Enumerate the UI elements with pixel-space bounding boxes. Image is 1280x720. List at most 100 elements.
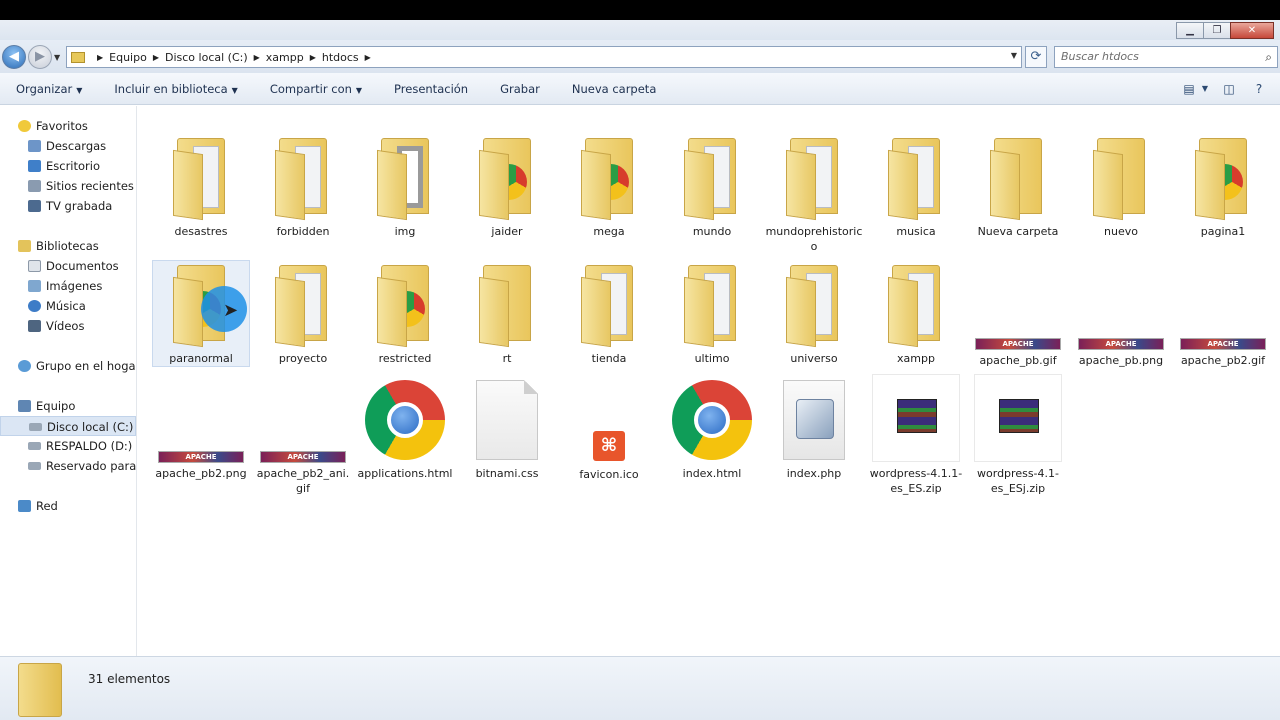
folder-item[interactable]: desastres [152,134,250,239]
folder-item[interactable]: ultimo [663,261,761,366]
chevron-down-icon: ▼ [76,85,83,95]
forward-button[interactable]: ▶ [28,45,52,69]
file-item[interactable]: APACHE apache_pb2.png [152,451,250,481]
folder-icon [884,134,948,224]
sidebar-item-reservado[interactable]: Reservado para el [0,456,136,476]
sidebar-favorites[interactable]: Favoritos [0,116,136,136]
folder-item[interactable]: mundo [663,134,761,239]
share-button[interactable]: Compartir con ▼ [254,82,378,96]
burn-button[interactable]: Grabar [484,82,556,96]
sidebar-item-respaldo[interactable]: RESPALDO (D:) [0,436,136,456]
sidebar-item-musica[interactable]: Música [0,296,136,316]
breadcrumb: ▶ Equipo ▶ Disco local (C:) ▶ xampp ▶ ht… [91,51,377,64]
folder-icon [169,134,233,224]
sidebar-network[interactable]: Red [0,496,136,516]
sidebar-item-tv-grabada[interactable]: TV grabada [0,196,136,216]
folder-item[interactable]: musica [867,134,965,239]
include-library-label: Incluir en biblioteca [114,81,228,96]
sidebar-item-descargas[interactable]: Descargas [0,136,136,156]
new-folder-button[interactable]: Nueva carpeta [556,82,673,96]
include-library-button[interactable]: Incluir en biblioteca ▼ [98,82,253,96]
folder-item[interactable]: universo [765,261,863,366]
back-button[interactable]: ◀ [2,45,26,69]
slideshow-button[interactable]: Presentación [378,82,484,96]
file-item[interactable]: wordpress-4.1.1-es_ES.zip [867,374,965,496]
breadcrumb-xampp[interactable]: xampp [266,51,304,64]
folder-icon [373,261,437,351]
winrar-archive-icon [974,374,1062,462]
minimize-button[interactable]: ▁ [1176,22,1204,39]
sidebar-item-videos[interactable]: Vídeos [0,316,136,336]
file-item[interactable]: APACHE apache_pb.png [1072,338,1170,368]
folder-item[interactable]: restricted [356,261,454,366]
sidebar-item-disco-local[interactable]: Disco local (C:) [0,416,136,436]
address-dropdown-icon[interactable]: ▼ [1011,51,1017,60]
breadcrumb-equipo[interactable]: Equipo [109,51,147,64]
change-view-icon[interactable]: ▤ [1178,79,1200,99]
folder-item[interactable]: rt [458,261,556,366]
recent-pages-dropdown-icon[interactable]: ▼ [54,53,60,62]
file-item[interactable]: wordpress-4.1-es_ESj.zip [969,374,1067,496]
sidebar-item-label: TV grabada [46,199,113,213]
folder-icon [577,134,641,224]
breadcrumb-htdocs[interactable]: htdocs [322,51,359,64]
file-item[interactable]: APACHE apache_pb2.gif [1174,338,1272,368]
folder-icon [271,134,335,224]
sidebar-computer[interactable]: Equipo [0,396,136,416]
chevron-right-icon[interactable]: ▶ [254,53,260,62]
breadcrumb-disco-local[interactable]: Disco local (C:) [165,51,248,64]
maximize-button[interactable]: ❐ [1203,22,1231,39]
sidebar-item-documentos[interactable]: Documentos [0,256,136,276]
image-thumbnail-icon: APACHE [158,451,244,463]
homegroup-icon [18,360,31,372]
close-button[interactable]: ✕ [1230,22,1274,39]
sidebar-homegroup[interactable]: Grupo en el hogar [0,356,136,376]
sidebar-libraries[interactable]: Bibliotecas [0,236,136,256]
file-item[interactable]: APACHE apache_pb2_ani.gif [254,451,352,496]
search-icon[interactable]: ⌕ [1265,47,1272,67]
organize-label: Organizar [16,81,73,96]
sidebar-item-sitios-recientes[interactable]: Sitios recientes [0,176,136,196]
pictures-icon [28,280,41,292]
folder-item[interactable]: nuevo [1072,134,1170,239]
sidebar-item-imagenes[interactable]: Imágenes [0,276,136,296]
file-item[interactable]: index.php [765,380,863,481]
search-input[interactable]: Buscar htdocs ⌕ [1054,46,1278,68]
folder-item[interactable]: proyecto [254,261,352,366]
file-name: desastres [174,225,228,238]
view-dropdown-icon[interactable]: ▼ [1200,79,1210,99]
folder-item[interactable]: xampp [867,261,965,366]
file-name: bitnami.css [475,467,539,480]
folder-item[interactable]: mega [560,134,658,239]
chevron-right-icon[interactable]: ▶ [153,53,159,62]
file-item[interactable]: APACHE apache_pb.gif [969,338,1067,368]
folder-item[interactable]: forbidden [254,134,352,239]
chevron-right-icon[interactable]: ▶ [97,53,103,62]
folder-item[interactable]: mundoprehistorico [765,134,863,254]
file-item[interactable]: bitnami.css [458,380,556,481]
chevron-right-icon[interactable]: ▶ [365,53,371,62]
file-item[interactable]: applications.html [356,380,454,481]
folder-icon [271,261,335,351]
sidebar-item-escritorio[interactable]: Escritorio [0,156,136,176]
file-name: index.html [682,467,742,480]
details-pane: 31 elementos [0,656,1280,720]
file-item[interactable]: ⌘ favicon.ico [560,431,658,482]
organize-button[interactable]: Organizar ▼ [0,82,98,96]
folder-item[interactable]: jaider [458,134,556,239]
drive-icon [28,442,41,450]
preview-pane-icon[interactable]: ◫ [1218,79,1240,99]
video-icon [28,320,41,332]
folder-item[interactable]: tienda [560,261,658,366]
address-bar[interactable]: ▶ Equipo ▶ Disco local (C:) ▶ xampp ▶ ht… [66,46,1022,68]
file-item[interactable]: index.html [663,380,761,481]
folder-item[interactable]: img [356,134,454,239]
folder-item[interactable]: pagina1 [1174,134,1272,239]
file-name: apache_pb2_ani.gif [256,467,350,495]
refresh-button[interactable]: ⟳ [1025,46,1047,68]
chevron-right-icon[interactable]: ▶ [310,53,316,62]
folder-item[interactable]: Nueva carpeta [969,134,1067,239]
help-icon[interactable]: ? [1248,79,1270,99]
file-name: Nueva carpeta [977,225,1059,238]
folder-icon [475,261,539,351]
